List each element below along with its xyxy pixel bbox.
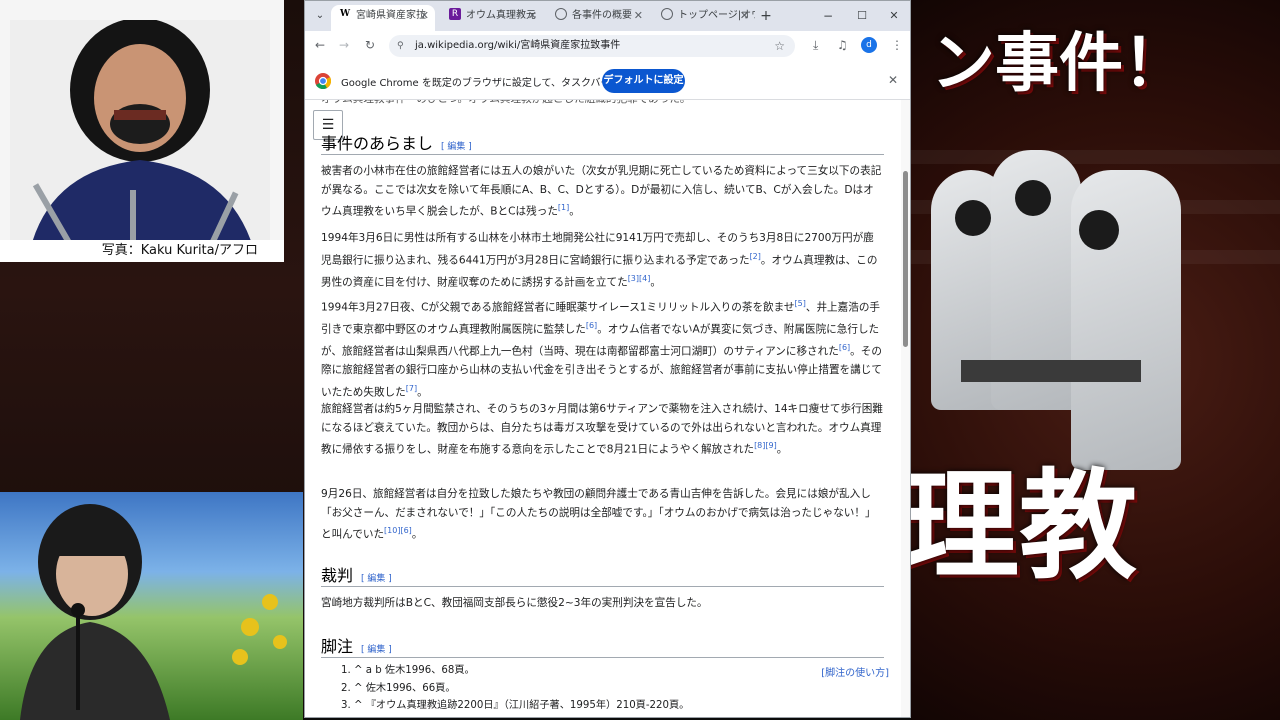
infobar-close-button[interactable]: ✕ (888, 73, 898, 87)
maximize-button[interactable]: ☐ (853, 5, 871, 31)
tab-title: オウム真理教元 (466, 10, 536, 21)
reload-icon[interactable]: ↻ (365, 38, 375, 52)
press-conference-photo: 写真：Kaku Kurita/アフロ (0, 0, 284, 262)
close-icon[interactable]: ✕ (420, 5, 429, 27)
tab-incidents-overview[interactable]: 各事件の概要 ✕ (547, 5, 649, 31)
citation-link[interactable]: [1] (558, 203, 569, 212)
minimize-button[interactable]: − (819, 5, 837, 31)
back-arrow-icon[interactable]: ← (315, 38, 325, 52)
browser-toolbar: ← → ↻ ⚲ ja.wikipedia.org/wiki/宮崎県資産家拉致事件… (305, 31, 910, 61)
plus-icon: + (760, 8, 772, 24)
citation-link[interactable]: [8][9] (754, 441, 777, 450)
site-favicon-icon: R (449, 8, 461, 20)
globe-icon (661, 8, 673, 20)
paragraph-confinement: 旅館経営者は約5ヶ月間監禁され、そのうちの3ヶ月間は第6サティアンで薬物を注入さ… (321, 403, 883, 456)
thumbnail-headline-top: ン事件！ (931, 27, 1187, 101)
footnote-item: 2. ^ 佐木1996、66頁。 (341, 683, 456, 694)
close-icon[interactable]: ✕ (634, 5, 643, 27)
tab-search-dropdown[interactable]: ⌄ (309, 5, 331, 31)
speaker-figure (10, 20, 270, 250)
wikipedia-icon: W (339, 9, 351, 19)
globe-icon (555, 8, 567, 20)
edit-link[interactable]: [ 編集 ] (441, 142, 472, 152)
citation-link[interactable]: [3][4] (628, 274, 651, 283)
section-heading-overview: 事件のあらまし [ 編集 ] (321, 130, 472, 154)
heading-divider (321, 657, 884, 658)
citation-link[interactable]: [2] (750, 252, 761, 261)
tab-title: 宮崎県資産家拉 (356, 10, 426, 21)
section-heading-footnotes: 脚注 [ 編集 ] (321, 633, 392, 657)
edit-label: 編集 (367, 645, 386, 655)
edit-link[interactable]: [ 編集 ] (361, 645, 392, 655)
site-info-icon[interactable]: ⚲ (397, 35, 404, 57)
heading-divider (321, 586, 884, 587)
edit-link[interactable]: [ 編集 ] (361, 574, 392, 584)
tab-aum-history[interactable]: R オウム真理教元 ✕ (441, 5, 543, 31)
chevron-down-icon: ⌄ (315, 10, 325, 21)
paragraph-land-sale: 1994年3月6日に男性は所有する山林を小林市土地開発公社に9141万円で売却し… (321, 232, 878, 289)
section-heading-trial: 裁判 [ 編集 ] (321, 562, 392, 586)
tab-top-page[interactable]: トップページ|オウ ✕ (653, 5, 755, 31)
url-text: ja.wikipedia.org/wiki/宮崎県資産家拉致事件 (415, 40, 621, 51)
paragraph-lawsuit: 9月26日、旅館経営者は自分を拉致した娘たちや教団の顧問弁護士である青山吉伸を告… (321, 488, 876, 541)
gas-mask (1079, 210, 1119, 250)
paragraph-text: 1994年3月27日夜、Cが父親である旅館経営者に睡眠薬サイレース1ミリリットル… (321, 301, 795, 314)
stretcher (961, 360, 1141, 382)
profile-avatar[interactable]: d (861, 37, 877, 53)
section-title: 裁判 (321, 566, 354, 585)
edit-label: 編集 (367, 574, 386, 584)
webcam-scene (20, 504, 287, 720)
section-title: 事件のあらまし (321, 134, 434, 153)
set-default-button[interactable]: デフォルトに設定 (602, 69, 685, 93)
default-browser-infobar: Google Chrome を既定のブラウザに設定して、タスクバーに固定する デ… (305, 63, 910, 100)
citation-link[interactable]: [10][6] (384, 526, 412, 535)
citation-link[interactable]: [6] (839, 343, 850, 352)
chrome-window: ⌄ W 宮崎県資産家拉 ✕ R オウム真理教元 ✕ 各事件の概要 ✕ トップページ|… (304, 0, 911, 718)
media-control-icon[interactable]: ♫ (837, 38, 848, 52)
heading-divider (321, 154, 884, 155)
close-icon[interactable]: ✕ (528, 5, 537, 27)
citation-link[interactable]: [7] (406, 384, 417, 393)
footnote-item: 1. ^ a b 佐木1996、68頁。 (341, 665, 475, 676)
tab-wikipedia[interactable]: W 宮崎県資産家拉 ✕ (331, 5, 435, 31)
section-title: 脚注 (321, 637, 354, 656)
close-icon[interactable]: ✕ (740, 5, 749, 27)
gas-mask (955, 200, 991, 236)
streamer-webcam (0, 492, 303, 720)
paragraph-verdict: 宮崎地方裁判所はBとC、教団福岡支部長らに懲役2~3年の実刑判決を宣告した。 (321, 597, 708, 609)
photo-credit: 写真：Kaku Kurita/アフロ (0, 240, 284, 262)
paragraph-text: 被害者の小林市在住の旅館経営者には五人の娘がいた（次女が乳児期に死亡しているため… (321, 165, 882, 218)
partial-intro-text: オウム真理教事件 のひとつ。オウム真理教が起こした組織的犯罪であった。 (321, 100, 884, 109)
paragraph-background: 被害者の小林市在住の旅館経営者には五人の娘がいた（次女が乳児期に死亡しているため… (321, 165, 882, 218)
paragraph-text: 旅館経営者は約5ヶ月間監禁され、そのうちの3ヶ月間は第6サティアンで薬物を注入さ… (321, 403, 883, 456)
close-window-button[interactable]: ✕ (885, 5, 903, 31)
citation-link[interactable]: [5] (795, 299, 806, 308)
download-icon[interactable]: ⤓ (813, 38, 818, 53)
edit-label: 編集 (447, 142, 466, 152)
tab-title: 各事件の概要 (572, 10, 632, 21)
thumbnail-right-background: ン事件！ 理教 (911, 0, 1280, 720)
wikipedia-article: オウム真理教事件 のひとつ。オウム真理教が起こした組織的犯罪であった。 ☰ 事件… (305, 100, 903, 717)
forward-arrow-icon[interactable]: → (339, 38, 349, 52)
tab-strip: ⌄ W 宮崎県資産家拉 ✕ R オウム真理教元 ✕ 各事件の概要 ✕ トップページ|… (305, 1, 910, 31)
thumbnail-headline-bottom: 理教 (911, 457, 1138, 595)
chrome-logo-icon (315, 73, 331, 89)
new-tab-button[interactable]: + (757, 5, 775, 31)
citation-link[interactable]: [6] (586, 321, 597, 330)
paragraph-abduction: 1994年3月27日夜、Cが父親である旅館経営者に睡眠薬サイレース1ミリリットル… (321, 299, 882, 399)
background-stripe (911, 150, 1280, 164)
bookmark-star-icon[interactable]: ☆ (774, 35, 785, 57)
menu-kebab-icon[interactable]: ⋮ (891, 38, 903, 52)
gas-mask (1015, 180, 1051, 216)
address-bar[interactable]: ⚲ ja.wikipedia.org/wiki/宮崎県資産家拉致事件 ☆ (389, 35, 795, 57)
footnote-help-link[interactable]: [脚注の使い方] (821, 664, 889, 679)
footnote-item: 3. ^ 『オウム真理教追跡2200日』（江川紹子著、1995年）210頁-22… (341, 700, 690, 711)
scrollbar-thumb[interactable] (903, 171, 908, 347)
